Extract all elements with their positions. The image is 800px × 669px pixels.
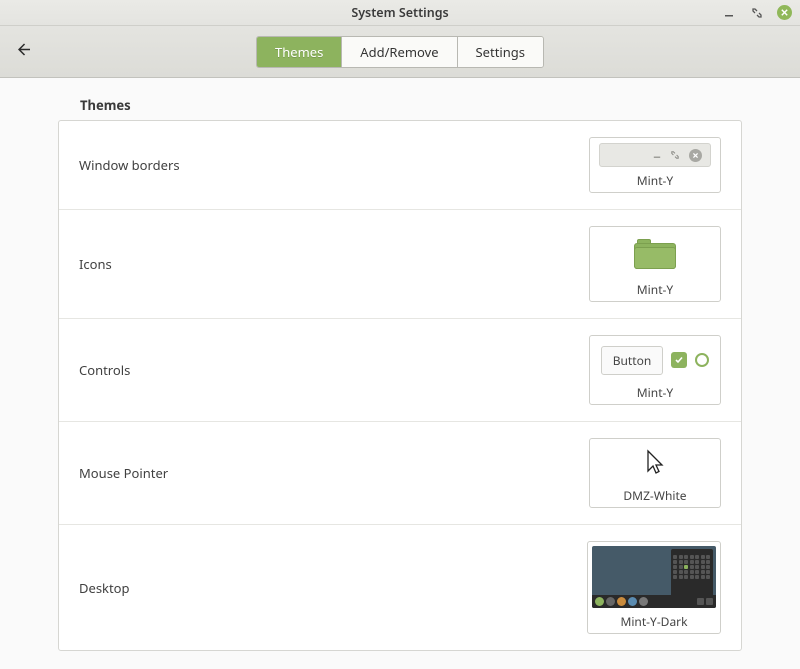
preview-calendar-icon <box>671 549 713 597</box>
selector-mouse-pointer[interactable]: DMZ-White <box>589 438 721 508</box>
preview-button: Button <box>601 346 664 375</box>
toolbar: Themes Add/Remove Settings <box>0 26 800 78</box>
minimize-button[interactable] <box>721 5 737 21</box>
selector-value: DMZ-White <box>623 487 686 504</box>
row-label: Desktop <box>79 579 130 597</box>
selector-controls[interactable]: Button Mint-Y <box>589 335 721 405</box>
row-label: Mouse Pointer <box>79 464 168 482</box>
tab-addremove[interactable]: Add/Remove <box>342 37 457 67</box>
folder-icon <box>634 239 676 269</box>
selector-value: Mint-Y <box>637 384 673 401</box>
window-borders-preview <box>595 143 715 167</box>
selector-value: Mint-Y <box>637 172 673 189</box>
maximize-button[interactable] <box>749 5 765 21</box>
selector-value: Mint-Y <box>637 281 673 298</box>
cursor-icon <box>644 449 666 477</box>
row-controls: Controls Button Mint-Y <box>59 318 741 421</box>
preview-minimize-icon <box>653 149 661 162</box>
tab-label: Themes <box>275 43 323 61</box>
tab-settings[interactable]: Settings <box>458 37 543 67</box>
row-icons: Icons Mint-Y <box>59 209 741 318</box>
preview-radio-icon <box>695 353 709 367</box>
controls-preview: Button <box>595 341 715 379</box>
row-desktop: Desktop <box>59 524 741 650</box>
row-label: Window borders <box>79 156 180 174</box>
themes-list: Window borders Mint-Y <box>58 120 742 651</box>
row-label: Icons <box>79 255 112 273</box>
row-window-borders: Window borders Mint-Y <box>59 121 741 209</box>
tab-label: Settings <box>476 43 525 61</box>
preview-panel <box>592 595 716 608</box>
selector-desktop[interactable]: Mint-Y-Dark <box>587 541 721 634</box>
desktop-preview <box>592 546 716 608</box>
preview-checkbox-icon <box>671 352 687 368</box>
selector-value: Mint-Y-Dark <box>620 613 687 630</box>
back-button[interactable] <box>15 40 33 63</box>
row-label: Controls <box>79 361 130 379</box>
selector-icons[interactable]: Mint-Y <box>589 226 721 302</box>
content: Themes Window borders <box>0 78 800 669</box>
section-title: Themes <box>80 96 742 114</box>
window-controls <box>721 0 792 25</box>
tab-themes[interactable]: Themes <box>257 37 342 67</box>
mouse-pointer-preview <box>595 444 715 482</box>
tab-group: Themes Add/Remove Settings <box>256 36 544 68</box>
titlebar: System Settings <box>0 0 800 26</box>
row-mouse-pointer: Mouse Pointer DMZ-White <box>59 421 741 524</box>
preview-maximize-icon <box>671 149 679 162</box>
tab-label: Add/Remove <box>360 43 438 61</box>
close-button[interactable] <box>777 5 792 20</box>
icons-preview <box>595 232 715 276</box>
preview-close-icon <box>689 149 702 162</box>
selector-window-borders[interactable]: Mint-Y <box>589 137 721 193</box>
window-title: System Settings <box>351 4 448 21</box>
